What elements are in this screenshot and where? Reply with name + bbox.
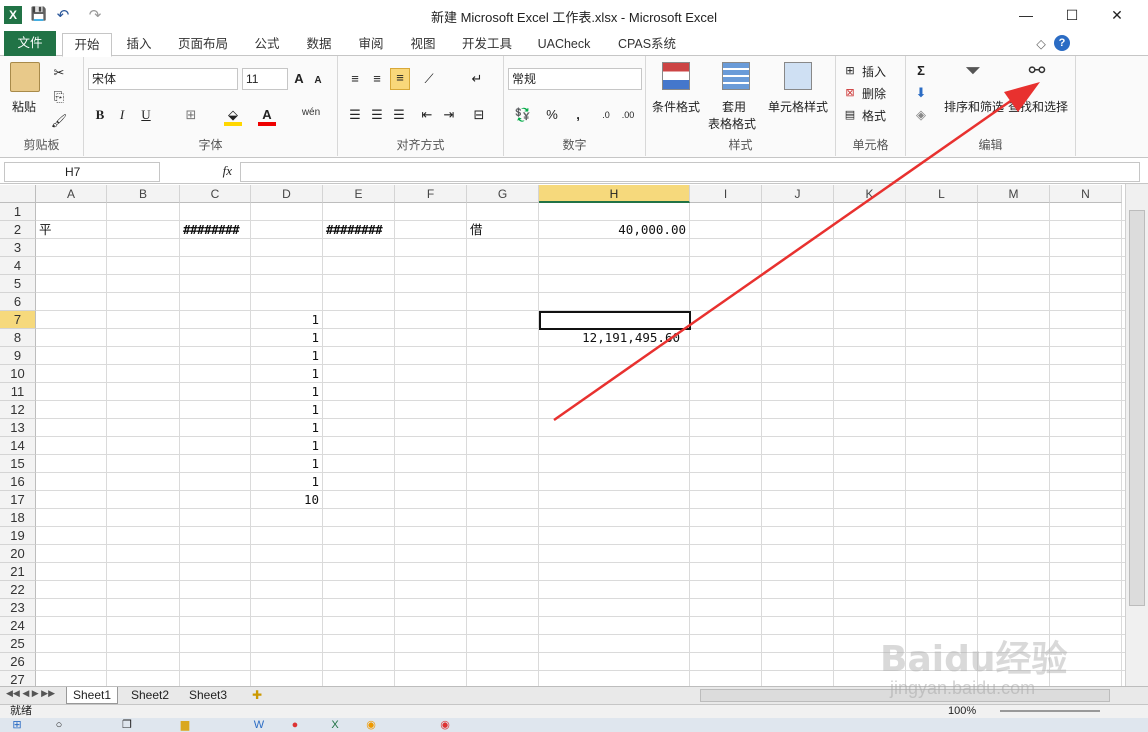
annotation-arrow — [553, 82, 1040, 422]
tab-home[interactable]: 开始 — [62, 33, 112, 57]
annotation-arrow-line — [553, 98, 1013, 422]
annotation-arrow-head — [1004, 82, 1040, 112]
